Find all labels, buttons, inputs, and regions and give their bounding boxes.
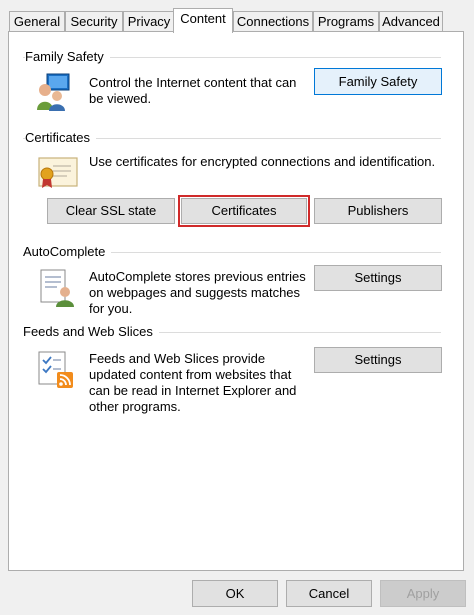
certificate-icon bbox=[38, 157, 78, 188]
family-safety-description: Control the Internet content that can be… bbox=[89, 75, 309, 107]
publishers-button[interactable]: Publishers bbox=[314, 198, 442, 224]
tab-connections[interactable]: Connections bbox=[233, 11, 313, 32]
feeds-desc-line: can be read in Internet Explorer and bbox=[89, 383, 297, 398]
family-safety-desc-line: be viewed. bbox=[89, 91, 152, 106]
family-safety-desc-line: Control the Internet content that can bbox=[89, 75, 297, 90]
tab-general[interactable]: General bbox=[9, 11, 65, 32]
feeds-heading: Feeds and Web Slices bbox=[23, 324, 159, 340]
family-safety-icon bbox=[37, 73, 70, 111]
autocomplete-desc-line: for you. bbox=[89, 301, 133, 316]
family-safety-heading: Family Safety bbox=[25, 49, 110, 65]
certificates-heading: Certificates bbox=[25, 130, 97, 146]
autocomplete-icon bbox=[40, 269, 74, 307]
tab-security[interactable]: Security bbox=[65, 11, 123, 32]
feeds-desc-line: other programs. bbox=[89, 399, 181, 414]
autocomplete-heading: AutoComplete bbox=[23, 244, 112, 260]
feeds-desc-line: updated content from websites that bbox=[89, 367, 292, 382]
autocomplete-desc-line: on webpages and suggests matches bbox=[89, 285, 301, 300]
tab-programs[interactable]: Programs bbox=[313, 11, 379, 32]
certificates-button[interactable]: Certificates bbox=[178, 195, 310, 227]
tab-strip: General Security Privacy Content Connect… bbox=[9, 8, 469, 33]
feeds-settings-button[interactable]: Settings bbox=[314, 347, 442, 373]
certificates-description: Use certificates for encrypted connectio… bbox=[89, 154, 436, 169]
rss-feed-icon bbox=[38, 351, 73, 388]
autocomplete-description: AutoComplete stores previous entries on … bbox=[89, 269, 314, 317]
autocomplete-settings-button[interactable]: Settings bbox=[314, 265, 442, 291]
content-tab-panel: Family Safety Control the Internet conte… bbox=[8, 31, 464, 571]
feeds-description: Feeds and Web Slices provide updated con… bbox=[89, 351, 314, 415]
tab-content[interactable]: Content bbox=[173, 8, 233, 33]
ok-button[interactable]: OK bbox=[192, 580, 278, 607]
tab-advanced[interactable]: Advanced bbox=[379, 11, 443, 32]
feeds-desc-line: Feeds and Web Slices provide bbox=[89, 351, 266, 366]
tab-privacy[interactable]: Privacy bbox=[123, 11, 175, 32]
clear-ssl-state-button[interactable]: Clear SSL state bbox=[47, 198, 175, 224]
family-safety-button[interactable]: Family Safety bbox=[314, 68, 442, 95]
autocomplete-desc-line: AutoComplete stores previous entries bbox=[89, 269, 306, 284]
apply-button[interactable]: Apply bbox=[380, 580, 466, 607]
cancel-button[interactable]: Cancel bbox=[286, 580, 372, 607]
